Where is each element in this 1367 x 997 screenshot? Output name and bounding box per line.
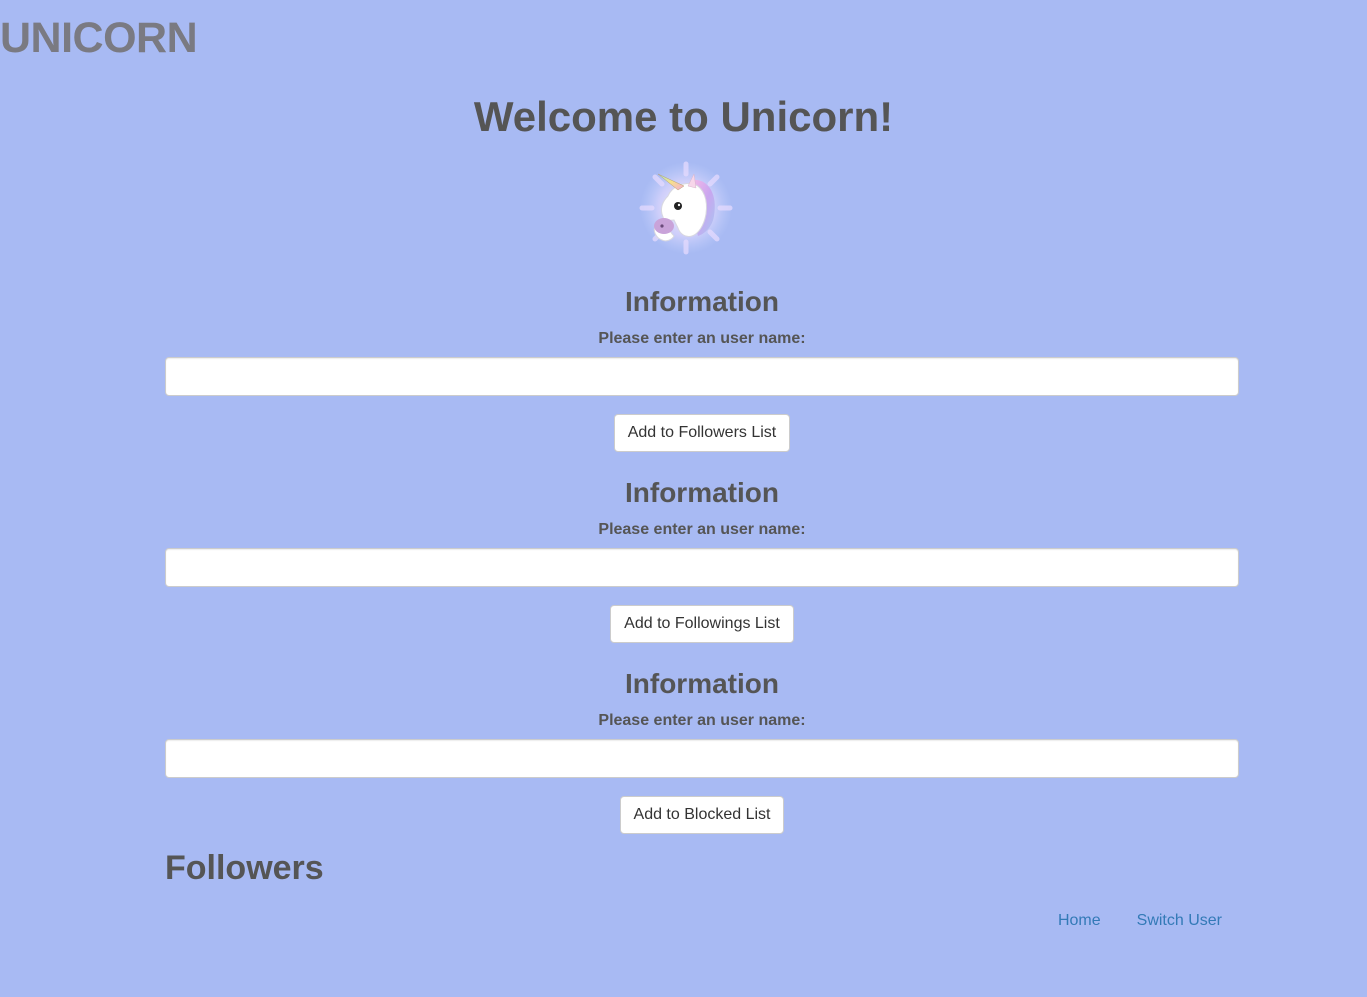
followers-heading: Followers (165, 849, 324, 887)
followings-username-input[interactable] (165, 548, 1239, 587)
followers-form: Information Please enter an user name: A… (165, 283, 1239, 452)
section-heading: Information (625, 477, 779, 508)
blocked-form: Information Please enter an user name: A… (165, 665, 1239, 834)
add-to-blocked-button[interactable]: Add to Blocked List (619, 796, 785, 834)
add-to-followings-button[interactable]: Add to Followings List (610, 605, 794, 643)
followings-form: Information Please enter an user name: A… (165, 474, 1239, 643)
username-label: Please enter an user name: (598, 712, 806, 729)
section-heading: Information (625, 668, 779, 699)
section-heading: Information (625, 286, 779, 317)
forms-container: Information Please enter an user name: A… (165, 283, 1239, 834)
page-title: Welcome to Unicorn! (473, 93, 894, 140)
blocked-username-input[interactable] (165, 739, 1239, 778)
brand-logo-text[interactable]: UNICORN (0, 14, 198, 62)
username-label: Please enter an user name: (598, 521, 806, 538)
home-link[interactable]: Home (1058, 910, 1101, 932)
unicorn-face-icon (638, 160, 734, 256)
switch-user-link[interactable]: Switch User (1137, 910, 1222, 932)
username-label: Please enter an user name: (598, 330, 806, 347)
followers-username-input[interactable] (165, 357, 1239, 396)
add-to-followers-button[interactable]: Add to Followers List (613, 414, 791, 452)
footer-nav: Home Switch User (1058, 910, 1222, 932)
